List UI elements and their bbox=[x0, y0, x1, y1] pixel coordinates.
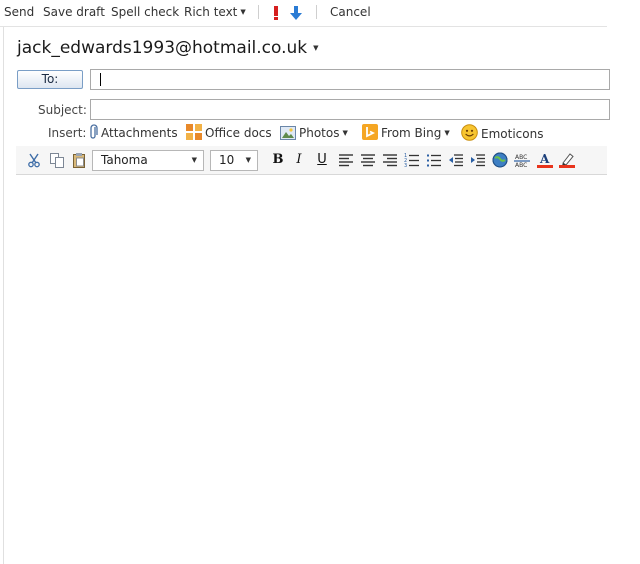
office-docs-label: Office docs bbox=[205, 126, 272, 140]
hyperlink-icon[interactable] bbox=[492, 152, 508, 168]
strikethrough-icon[interactable]: ABC ABC bbox=[514, 152, 530, 169]
high-importance-icon[interactable] bbox=[272, 5, 280, 21]
cancel-button[interactable]: Cancel bbox=[330, 4, 371, 20]
copy-icon[interactable] bbox=[49, 152, 65, 168]
low-importance-icon[interactable] bbox=[290, 5, 302, 21]
font-color-icon[interactable]: A bbox=[537, 152, 553, 168]
attachments-label: Attachments bbox=[101, 126, 178, 140]
insert-label: Insert: bbox=[48, 126, 87, 140]
from-address: jack_edwards1993@hotmail.co.uk bbox=[17, 38, 308, 58]
from-account-selector[interactable]: jack_edwards1993@hotmail.co.uk ▼ bbox=[17, 37, 319, 59]
save-draft-button[interactable]: Save draft bbox=[43, 4, 105, 20]
align-left-icon[interactable] bbox=[338, 152, 354, 168]
indent-icon[interactable] bbox=[470, 152, 486, 168]
to-button[interactable]: To: bbox=[17, 70, 83, 89]
from-bing-label: From Bing bbox=[381, 126, 442, 140]
bing-icon bbox=[362, 124, 378, 140]
emoticons-label: Emoticons bbox=[481, 127, 544, 141]
cut-icon[interactable] bbox=[26, 152, 42, 168]
office-docs-icon bbox=[186, 124, 202, 140]
command-bar: Send Save draft Spell check Rich text ▼ C… bbox=[0, 0, 607, 27]
numbered-list-icon[interactable]: 123 bbox=[404, 152, 420, 169]
separator bbox=[258, 5, 259, 19]
attachments-button[interactable]: Attachments bbox=[89, 124, 178, 142]
send-button[interactable]: Send bbox=[4, 4, 34, 20]
paste-icon[interactable] bbox=[71, 152, 87, 168]
outdent-icon[interactable] bbox=[448, 152, 464, 168]
font-size-value: 10 bbox=[219, 153, 235, 167]
italic-button[interactable]: I bbox=[293, 152, 305, 168]
svg-text:3: 3 bbox=[404, 163, 407, 168]
to-field[interactable] bbox=[90, 69, 610, 90]
font-family-value: Tahoma bbox=[101, 153, 148, 167]
separator bbox=[316, 5, 317, 19]
rich-text-menu[interactable]: Rich text ▼ bbox=[184, 4, 246, 20]
subject-field[interactable] bbox=[90, 99, 610, 120]
photo-icon bbox=[280, 126, 296, 140]
bold-button[interactable]: B bbox=[272, 152, 284, 168]
rich-text-label: Rich text bbox=[184, 5, 238, 19]
spell-check-button[interactable]: Spell check bbox=[111, 4, 179, 20]
smiley-icon bbox=[461, 124, 478, 141]
emoticons-button[interactable]: Emoticons bbox=[461, 124, 543, 142]
subject-label: Subject: bbox=[38, 103, 87, 117]
svg-text:ABC: ABC bbox=[515, 154, 527, 161]
photos-label: Photos bbox=[299, 126, 340, 140]
bulleted-list-icon[interactable] bbox=[426, 152, 442, 168]
photos-button[interactable]: Photos ▼ bbox=[280, 124, 348, 142]
chevron-down-icon: ▼ bbox=[342, 129, 348, 137]
formatting-toolbar: Tahoma ▼ 10 ▼ B I U 123 ABC ABC A bbox=[16, 146, 607, 175]
text-cursor bbox=[100, 73, 101, 86]
align-right-icon[interactable] bbox=[382, 152, 398, 168]
svg-text:A: A bbox=[539, 152, 550, 166]
chevron-down-icon: ▼ bbox=[191, 156, 197, 164]
chevron-down-icon: ▼ bbox=[245, 156, 251, 164]
font-size-select[interactable]: 10 ▼ bbox=[210, 150, 258, 171]
chevron-down-icon: ▼ bbox=[240, 8, 246, 16]
align-center-icon[interactable] bbox=[360, 152, 376, 168]
office-docs-button[interactable]: Office docs bbox=[186, 124, 272, 142]
chevron-down-icon: ▼ bbox=[444, 129, 450, 137]
svg-text:ABC: ABC bbox=[515, 162, 527, 168]
underline-button[interactable]: U bbox=[316, 152, 328, 168]
chevron-down-icon: ▼ bbox=[313, 44, 319, 52]
from-bing-button[interactable]: From Bing ▼ bbox=[362, 124, 450, 142]
highlight-icon[interactable] bbox=[559, 152, 575, 168]
paperclip-icon bbox=[90, 124, 98, 139]
font-family-select[interactable]: Tahoma ▼ bbox=[92, 150, 204, 171]
